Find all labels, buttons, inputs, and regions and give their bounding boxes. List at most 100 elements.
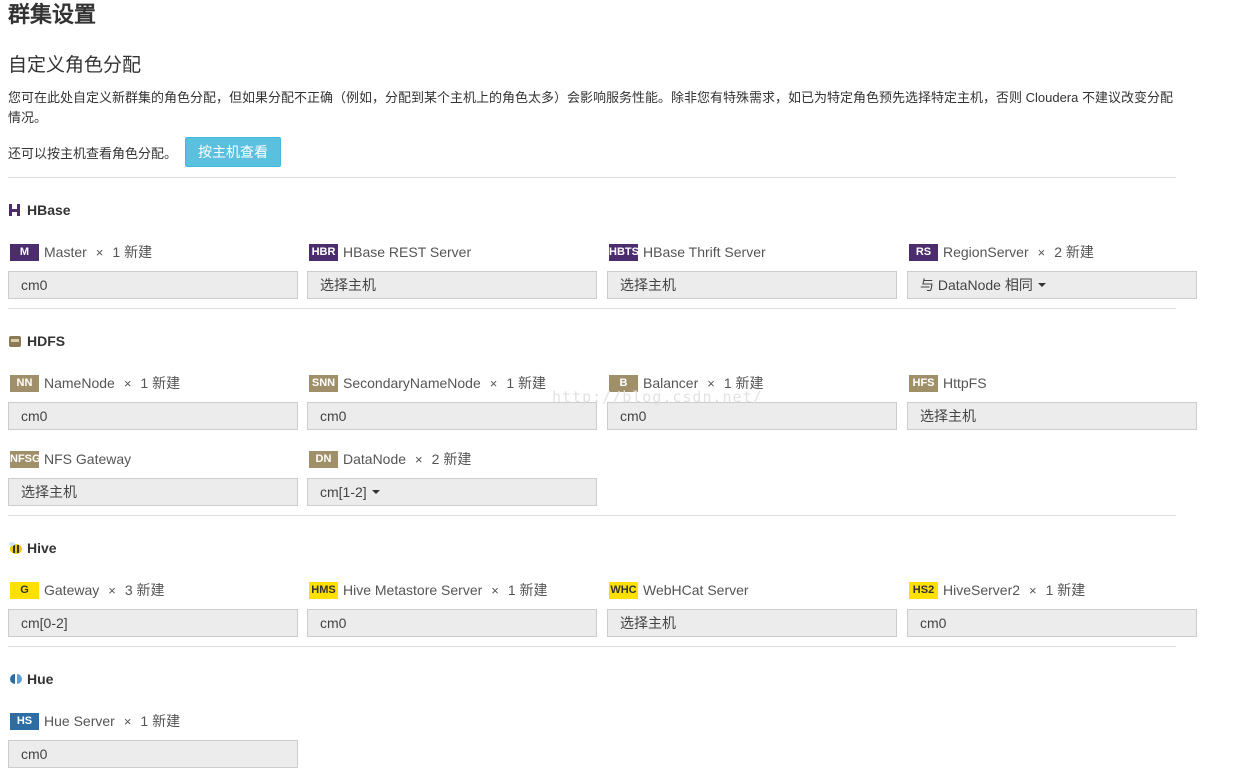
role-badge: M — [10, 243, 39, 261]
description: 您可在此处自定义新群集的角色分配，但如果分配不正确（例如，分配到某个主机上的角色… — [8, 90, 1173, 125]
service-name: HBase — [27, 202, 71, 218]
times-sign: × — [1037, 244, 1046, 260]
role-hdfs-namenode: NN NameNode × 1 新建 cm0 — [8, 372, 298, 430]
host-select-value: cm0 — [21, 408, 48, 424]
hbase-icon — [8, 203, 22, 217]
host-dropdown[interactable]: 与 DataNode 相同 — [907, 271, 1197, 299]
divider — [8, 177, 1176, 178]
role-badge: WHC — [609, 581, 638, 599]
times-sign: × — [108, 582, 116, 598]
hdfs-icon — [8, 334, 22, 348]
role-hive-hiveserver2: HS2 HiveServer2 × 1 新建 cm0 — [907, 579, 1197, 637]
host-select[interactable]: 选择主机 — [607, 609, 897, 637]
host-select[interactable]: cm0 — [8, 740, 298, 768]
service-header-hbase: HBase — [8, 200, 71, 220]
watermark: http://blog.csdn.net/ — [552, 388, 763, 406]
role-hbase-thrift-server: HBTS HBase Thrift Server 选择主机 — [607, 241, 897, 299]
role-name: NameNode — [44, 375, 115, 391]
host-dropdown[interactable]: cm[1-2] — [307, 478, 597, 506]
role-hdfs-datanode: DN DataNode × 2 新建 cm[1-2] — [307, 448, 597, 506]
host-select-value: 选择主机 — [620, 277, 676, 293]
host-select[interactable]: cm0 — [8, 402, 298, 430]
hue-icon — [8, 672, 22, 686]
times-sign: × — [415, 451, 423, 467]
host-select[interactable]: cm0 — [907, 609, 1197, 637]
role-badge: HBTS — [609, 243, 638, 261]
role-name: DataNode — [343, 451, 407, 467]
role-badge: RS — [909, 243, 938, 261]
times-sign: × — [489, 375, 498, 391]
host-select-value: 选择主机 — [920, 408, 976, 424]
view-by-host-button[interactable]: 按主机查看 — [185, 137, 282, 167]
service-header-hdfs: HDFS — [8, 331, 65, 351]
role-badge: HFS — [909, 374, 938, 392]
role-hbase-regionserver: RS RegionServer × 2 新建 与 DataNode 相同 — [907, 241, 1197, 299]
host-select[interactable]: 选择主机 — [907, 402, 1197, 430]
host-select-value: cm[0-2] — [21, 615, 68, 631]
times-sign: × — [95, 244, 104, 260]
role-count: 1 新建 — [140, 375, 181, 391]
role-count: 1 新建 — [140, 713, 181, 729]
role-count: 2 新建 — [431, 451, 472, 467]
role-count: 1 新建 — [112, 244, 153, 260]
role-name: HBase Thrift Server — [643, 244, 766, 260]
role-count: 1 新建 — [506, 375, 547, 391]
host-select[interactable]: cm[0-2] — [8, 609, 298, 637]
hive-bee-icon — [8, 541, 22, 555]
role-name: SecondaryNameNode — [343, 375, 481, 391]
role-count: 3 新建 — [124, 582, 165, 598]
role-name: NFS Gateway — [44, 451, 132, 467]
divider — [8, 646, 1176, 647]
service-header-hue: Hue — [8, 669, 53, 689]
cluster-setup-page: 群集设置 自定义角色分配 您可在此处自定义新群集的角色分配，但如果分配不正确（例… — [0, 0, 1238, 772]
role-name: RegionServer — [943, 244, 1029, 260]
host-select-value: 选择主机 — [21, 484, 77, 500]
role-hive-gateway: G Gateway × 3 新建 cm[0-2] — [8, 579, 298, 637]
view-by-host-text: 还可以按主机查看角色分配。 — [8, 145, 178, 161]
role-hbase-rest-server: HBR HBase REST Server 选择主机 — [307, 241, 597, 299]
caret-down-icon — [1037, 283, 1046, 287]
host-select-value: cm[1-2] — [320, 484, 367, 500]
host-select-value: cm0 — [920, 615, 947, 631]
role-name: HttpFS — [943, 375, 987, 391]
host-select[interactable]: cm0 — [307, 402, 597, 430]
role-name: Hue Server — [44, 713, 115, 729]
service-header-hive: Hive — [8, 538, 57, 558]
role-badge: HS2 — [909, 581, 938, 599]
page-title: 群集设置 — [8, 2, 97, 27]
role-badge: G — [10, 581, 39, 599]
role-name: Hive Metastore Server — [343, 582, 483, 598]
service-name: HDFS — [27, 333, 66, 349]
service-name: Hive — [27, 540, 57, 556]
host-select[interactable]: 选择主机 — [607, 271, 897, 299]
role-hdfs-httpfs: HFS HttpFS 选择主机 — [907, 372, 1197, 430]
host-select-value: cm0 — [320, 408, 347, 424]
role-hbase-master: M Master × 1 新建 cm0 — [8, 241, 298, 299]
role-name: HBase REST Server — [343, 244, 472, 260]
host-select[interactable]: 选择主机 — [8, 478, 298, 506]
role-name: Master — [44, 244, 87, 260]
section-title: 自定义角色分配 — [8, 55, 142, 76]
role-badge: HMS — [309, 581, 338, 599]
times-sign: × — [123, 375, 132, 391]
host-select[interactable]: cm0 — [8, 271, 298, 299]
divider — [8, 308, 1176, 309]
role-badge: HS — [10, 712, 39, 730]
host-select-value: cm0 — [320, 615, 347, 631]
divider — [8, 515, 1176, 516]
host-select-value: 选择主机 — [620, 615, 676, 631]
caret-down-icon — [371, 490, 380, 494]
role-count: 2 新建 — [1054, 244, 1094, 260]
host-select[interactable]: cm0 — [607, 402, 897, 430]
times-sign: × — [491, 582, 499, 598]
host-select-value: cm0 — [620, 408, 647, 424]
role-count: 1 新建 — [507, 582, 548, 598]
host-select-value: 选择主机 — [320, 277, 376, 293]
role-badge: SNN — [309, 374, 338, 392]
host-select[interactable]: cm0 — [307, 609, 597, 637]
times-sign: × — [123, 713, 132, 729]
host-select[interactable]: 选择主机 — [307, 271, 597, 299]
role-name: WebHCat Server — [643, 582, 749, 598]
role-count: 1 新建 — [1045, 582, 1086, 598]
role-badge: HBR — [309, 243, 338, 261]
